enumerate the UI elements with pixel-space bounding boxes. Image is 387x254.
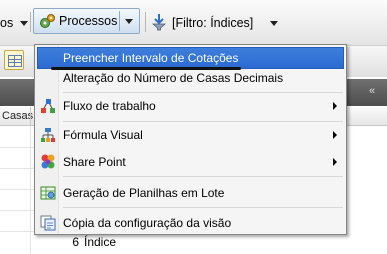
- split-divider: [119, 11, 120, 31]
- grid-line: [0, 189, 34, 190]
- menu-item-geracao-planilhas[interactable]: Geração de Planilhas em Lote: [37, 182, 344, 204]
- processos-label: Processos: [59, 14, 118, 28]
- menu-item-label: Fórmula Visual: [63, 128, 143, 142]
- spreadsheet-batch-icon: [40, 186, 56, 200]
- menu-item-fluxo-trabalho[interactable]: Fluxo de trabalho: [37, 95, 344, 117]
- formula-tree-icon: [41, 128, 55, 142]
- grid-line: [0, 168, 34, 169]
- copy-view-icon: [40, 215, 56, 231]
- gears-icon: [40, 14, 55, 28]
- menu-item-label: Share Point: [63, 155, 126, 169]
- row-text: Índice: [84, 235, 117, 249]
- grid-line: [0, 147, 34, 148]
- submenu-arrow-icon: [333, 131, 337, 139]
- filter-funnel-icon: [151, 14, 167, 31]
- toolbar-separator: [145, 12, 146, 32]
- menu-separator: [63, 176, 343, 177]
- menu-item-label: Geração de Planilhas em Lote: [63, 186, 225, 200]
- menu-separator: [63, 92, 343, 93]
- grid-line: [0, 210, 34, 211]
- menu-item-label: Preencher Intervalo de Cotações: [63, 51, 239, 65]
- toolbar: os Processos [Filtro: Índices]: [0, 0, 387, 45]
- chevron-down-icon[interactable]: [20, 21, 28, 26]
- toolbar-separator: [30, 12, 31, 32]
- chevron-down-icon[interactable]: [125, 19, 133, 24]
- processos-dropdown-menu: Preencher Intervalo de Cotações Alteraçã…: [34, 44, 347, 235]
- menu-separator: [63, 121, 343, 122]
- submenu-arrow-icon: [333, 102, 337, 110]
- processos-button[interactable]: Processos: [33, 8, 140, 34]
- grid-line: [0, 231, 34, 232]
- workflow-icon: [41, 99, 55, 113]
- sharepoint-icon: [41, 154, 55, 169]
- menu-item-alteracao-casas[interactable]: Alteração do Número de Casas Decimais: [37, 67, 344, 89]
- collapse-chevron-icon[interactable]: «: [369, 85, 381, 99]
- submenu-arrow-icon: [333, 158, 337, 166]
- menu-separator: [63, 207, 343, 208]
- menu-item-label: Cópia da configuração da visão: [63, 216, 232, 230]
- grid-line: [30, 126, 31, 254]
- menu-item-preencher-intervalo[interactable]: Preencher Intervalo de Cotações: [37, 47, 344, 70]
- chevron-down-icon[interactable]: [270, 21, 278, 26]
- grid-view-icon[interactable]: [4, 50, 24, 70]
- menu-item-label: Fluxo de trabalho: [63, 99, 156, 113]
- filter-label: [Filtro: Índices]: [172, 16, 254, 30]
- toolbar-partial-label[interactable]: os: [0, 16, 13, 30]
- column-separator[interactable]: [30, 107, 31, 126]
- row-number: 6: [72, 235, 79, 249]
- column-header-label[interactable]: Casas: [2, 110, 33, 122]
- menu-item-formula-visual[interactable]: Fórmula Visual: [37, 124, 344, 146]
- menu-item-label: Alteração do Número de Casas Decimais: [63, 71, 284, 85]
- menu-item-copia-configuracao[interactable]: Cópia da configuração da visão: [37, 212, 344, 234]
- menu-item-share-point[interactable]: Share Point: [37, 151, 344, 173]
